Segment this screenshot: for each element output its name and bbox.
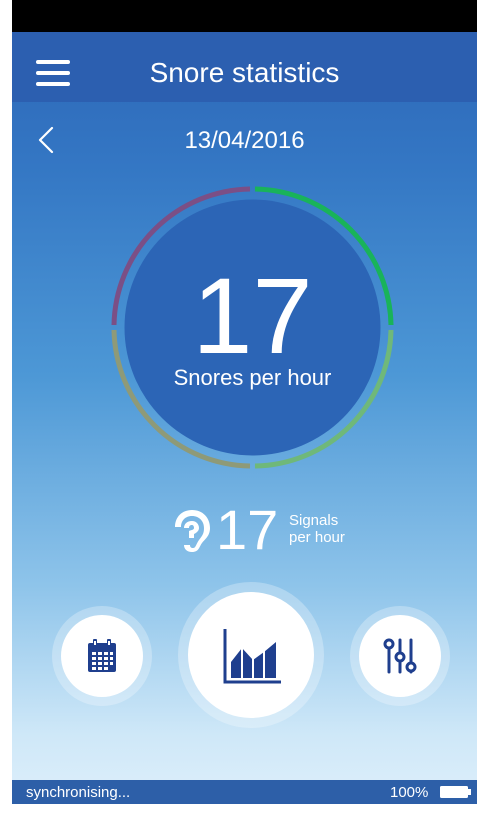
menu-button[interactable] [36,60,70,86]
page-title: Snore statistics [149,57,340,88]
battery-icon [440,786,471,798]
app-screen: Snore statistics 13/04/2016 17 Snores pe… [12,0,477,836]
menu-icon-line [36,82,70,86]
menu-icon-line [36,60,70,64]
signals-label-line: Signals [289,512,339,529]
ear-icon [175,510,210,552]
sliders-icon [383,638,417,674]
signals-label-line: per hour [289,529,345,546]
bottom-margin [12,804,477,836]
signals-per-hour-value: 17 [216,498,279,561]
battery-percent: 100% [390,784,429,801]
bar-chart-icon [223,629,281,684]
back-button[interactable] [34,122,60,158]
calendar-icon [88,639,116,672]
settings-button[interactable] [359,615,441,697]
snores-per-hour-label: Snores per hour [173,365,332,390]
chevron-left-icon [38,126,54,154]
date-label: 13/04/2016 [184,127,305,154]
statistics-button[interactable] [188,592,314,718]
status-bar [12,0,477,32]
snores-per-hour-value: 17 [192,255,313,376]
sync-status: synchronising... [26,784,131,801]
calendar-button[interactable] [61,615,143,697]
signals-per-hour-label: Signals per hour [289,512,345,546]
menu-icon-line [36,71,70,75]
